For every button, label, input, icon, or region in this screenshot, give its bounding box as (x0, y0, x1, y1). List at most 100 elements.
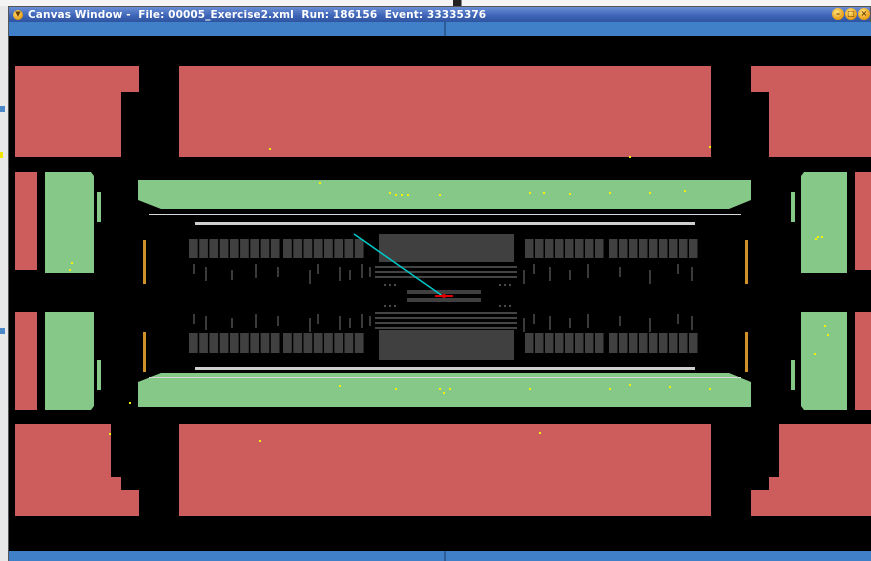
background-marker (0, 106, 5, 112)
tracker-module (649, 333, 658, 353)
ecal-endcap-left-strip-bottom (97, 360, 101, 390)
endcap-disc (349, 318, 351, 328)
hit (815, 238, 817, 240)
endcap-disc (231, 318, 233, 328)
tracker-module (659, 239, 668, 258)
endcap-disc (587, 314, 589, 328)
tracker-module (659, 333, 668, 353)
tracker-module (189, 239, 198, 258)
tracker-module (270, 239, 280, 258)
tracker-module (229, 333, 239, 353)
endcap-disc (193, 314, 195, 324)
window-controls: – □ × (832, 8, 870, 20)
endcap-disc (255, 264, 257, 278)
hit (407, 194, 409, 196)
tracker-module (669, 239, 678, 258)
background-marker (0, 328, 5, 334)
tracker-module (199, 333, 208, 353)
tracker-module (313, 239, 323, 258)
hit (669, 386, 671, 388)
tracker-module (270, 333, 280, 353)
hit (439, 194, 441, 196)
tracker-module (525, 239, 534, 258)
tracker-module (334, 239, 344, 258)
hit (439, 388, 441, 390)
event-display-canvas[interactable] (9, 22, 871, 561)
endcap-disc (361, 264, 363, 278)
tracker-module (555, 239, 564, 258)
endcap-disc (309, 270, 311, 284)
tracker-module (639, 333, 648, 353)
minimize-icon[interactable]: – (832, 8, 844, 20)
hit (109, 433, 111, 435)
tracker-module (575, 333, 584, 353)
ecal-endcap-left-strip-top (97, 192, 101, 222)
canvas-window[interactable]: ▼ Canvas Window - File: 00005_Exercise2.… (8, 6, 871, 561)
tracker-module (565, 333, 574, 353)
tracker-module (609, 333, 618, 353)
pixel-dot (394, 305, 396, 307)
tracker-module (189, 333, 198, 353)
strip-layer (375, 266, 517, 268)
strip-layer (375, 327, 517, 329)
endcap-disc (523, 270, 525, 284)
tracker-module (689, 333, 698, 353)
tracker-module (209, 333, 219, 353)
background-marker (0, 152, 3, 158)
hit (709, 146, 711, 148)
endcap-disc (619, 316, 621, 326)
pixel-dot (504, 305, 506, 307)
solenoid-bottom (195, 367, 695, 370)
hit (395, 388, 397, 390)
pixel-dot (504, 284, 506, 286)
tracker-module (209, 239, 219, 258)
tracker-module (535, 239, 544, 258)
hit (821, 236, 823, 238)
tracker-module (199, 239, 208, 258)
endcap-disc (533, 314, 535, 324)
endcap-disc (549, 316, 551, 330)
tracker-module (619, 333, 628, 353)
hit (71, 262, 73, 264)
primary-vertex (442, 294, 446, 298)
hit (339, 385, 341, 387)
close-icon[interactable]: × (858, 8, 870, 20)
hcal-side-right-top (855, 172, 871, 270)
tracker-module (679, 333, 688, 353)
tracker-module (639, 239, 648, 258)
tracker-module (250, 239, 259, 258)
ecal-endcap-right-strip-bottom (791, 360, 795, 390)
pixel-dot (389, 305, 391, 307)
endcap-disc (309, 318, 311, 332)
strip-layer (375, 322, 517, 324)
pixel-layer (407, 290, 481, 294)
pixel-dot (509, 284, 511, 286)
endcap-disc (691, 316, 693, 330)
tracker-module (260, 333, 270, 353)
strip-layer (375, 317, 517, 319)
hit (539, 432, 541, 434)
hit (529, 388, 531, 390)
strip-layer (375, 271, 517, 273)
hit (709, 388, 711, 390)
inner-tracker-bottom (379, 330, 514, 360)
window-menu-icon[interactable]: ▼ (13, 9, 23, 20)
solenoid-rail-top (149, 214, 741, 215)
hit (629, 156, 631, 158)
tracker-module (219, 239, 229, 258)
endcap-disc (619, 267, 621, 277)
endcap-disc (339, 316, 341, 330)
endcap-disc (339, 267, 341, 281)
maximize-icon[interactable]: □ (845, 8, 857, 20)
tracker-module (619, 239, 628, 258)
detector-view[interactable] (9, 22, 871, 561)
tracker-module (555, 333, 564, 353)
pixel-layer (407, 298, 481, 302)
ecal-endcap-left-bottom (45, 312, 94, 410)
tracker-module (585, 333, 594, 353)
title-bar[interactable]: ▼ Canvas Window - File: 00005_Exercise2.… (9, 7, 870, 22)
hcal-side-left-bottom (15, 312, 37, 410)
tracker-module (283, 239, 292, 258)
endcap-disc (523, 318, 525, 332)
ecal-endcap-right-strip-top (791, 192, 795, 222)
